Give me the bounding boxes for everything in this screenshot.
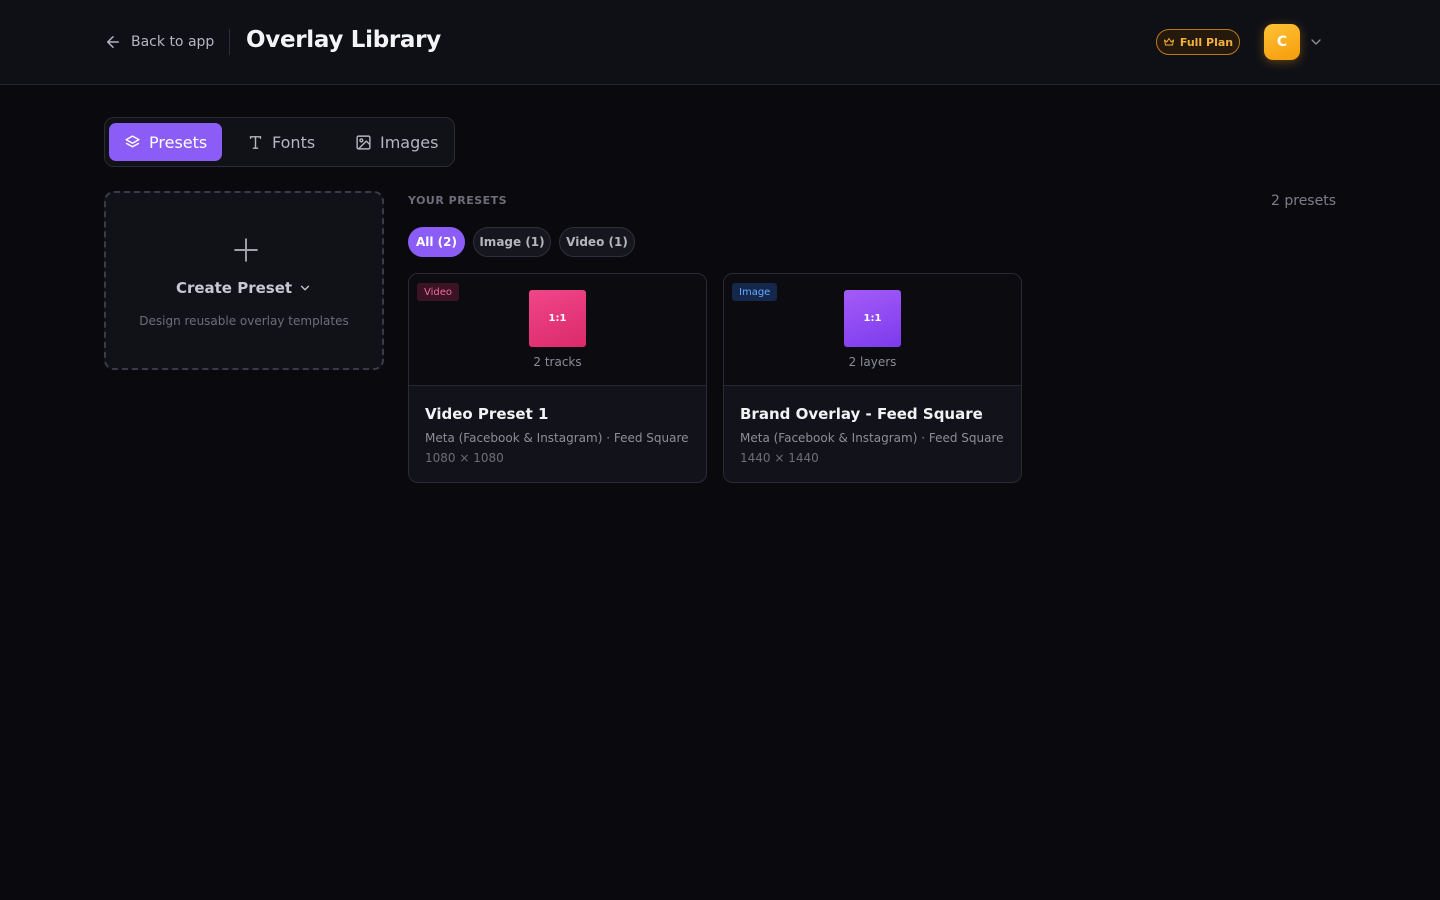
crown-icon (1163, 36, 1175, 48)
aspect-ratio-label: 1:1 (863, 313, 882, 324)
tab-fonts[interactable]: Fonts (232, 123, 330, 161)
type-badge: Video (417, 283, 460, 301)
preset-preview: Image 1:1 2 layers (724, 274, 1021, 386)
aspect-ratio-label: 1:1 (548, 313, 567, 324)
type-icon (247, 134, 264, 151)
user-avatar[interactable]: C (1264, 24, 1300, 60)
type-badge: Image (732, 283, 778, 301)
tab-presets[interactable]: Presets (109, 123, 223, 161)
image-icon (355, 134, 372, 151)
filter-image[interactable]: Image (1) (473, 227, 551, 257)
page-title: Overlay Library (246, 27, 441, 53)
chevron-down-icon (298, 281, 312, 295)
preset-platform: Meta (Facebook & Instagram) · Feed Squar… (425, 431, 689, 445)
plus-icon (233, 237, 259, 263)
preset-count: 2 presets (1271, 193, 1336, 209)
back-to-app-link[interactable]: Back to app (104, 30, 214, 54)
layer-count: 2 layers (848, 355, 897, 369)
back-label: Back to app (131, 34, 215, 50)
preset-platform: Meta (Facebook & Instagram) · Feed Squar… (740, 431, 1004, 445)
preset-card[interactable]: Image 1:1 2 layers Brand Overlay - Feed … (723, 273, 1022, 483)
tab-images[interactable]: Images (340, 123, 453, 161)
preset-preview: Video 1:1 2 tracks (409, 274, 706, 386)
filter-label: All (2) (415, 235, 457, 249)
create-preset-subtitle: Design reusable overlay templates (139, 314, 349, 328)
create-preset-button[interactable]: Create Preset (106, 279, 382, 297)
create-preset-card[interactable]: Create Preset Design reusable overlay te… (104, 191, 384, 370)
preset-thumbnail: 1:1 (844, 290, 901, 347)
preset-thumbnail: 1:1 (529, 290, 586, 347)
create-preset-label: Create Preset (175, 279, 293, 297)
header-divider (229, 29, 230, 55)
tab-label: Presets (149, 132, 208, 152)
preset-dimensions: 1080 × 1080 (425, 451, 504, 465)
plan-badge[interactable]: Full Plan (1156, 29, 1240, 55)
filter-all[interactable]: All (2) (408, 227, 465, 257)
plan-label: Full Plan (1179, 35, 1234, 49)
filter-video[interactable]: Video (1) (559, 227, 635, 257)
preset-card[interactable]: Video 1:1 2 tracks Video Preset 1 Meta (… (408, 273, 707, 483)
library-tabs: Presets Fonts Images (104, 117, 455, 167)
tab-label: Images (380, 132, 439, 152)
preset-dimensions: 1440 × 1440 (740, 451, 819, 465)
tab-label: Fonts (272, 132, 316, 152)
filter-label: Video (1) (566, 235, 628, 249)
layers-icon (124, 134, 141, 151)
chevron-down-icon[interactable] (1308, 34, 1324, 50)
top-bar: Back to app Overlay Library Full Plan C (0, 0, 1440, 85)
avatar-initial: C (1276, 34, 1288, 50)
filter-label: Image (1) (479, 235, 545, 249)
arrow-left-icon (104, 33, 122, 51)
track-count: 2 tracks (533, 355, 582, 369)
section-label: YOUR PRESETS (408, 194, 508, 207)
preset-title: Video Preset 1 (425, 405, 549, 423)
preset-title: Brand Overlay - Feed Square (740, 405, 983, 423)
